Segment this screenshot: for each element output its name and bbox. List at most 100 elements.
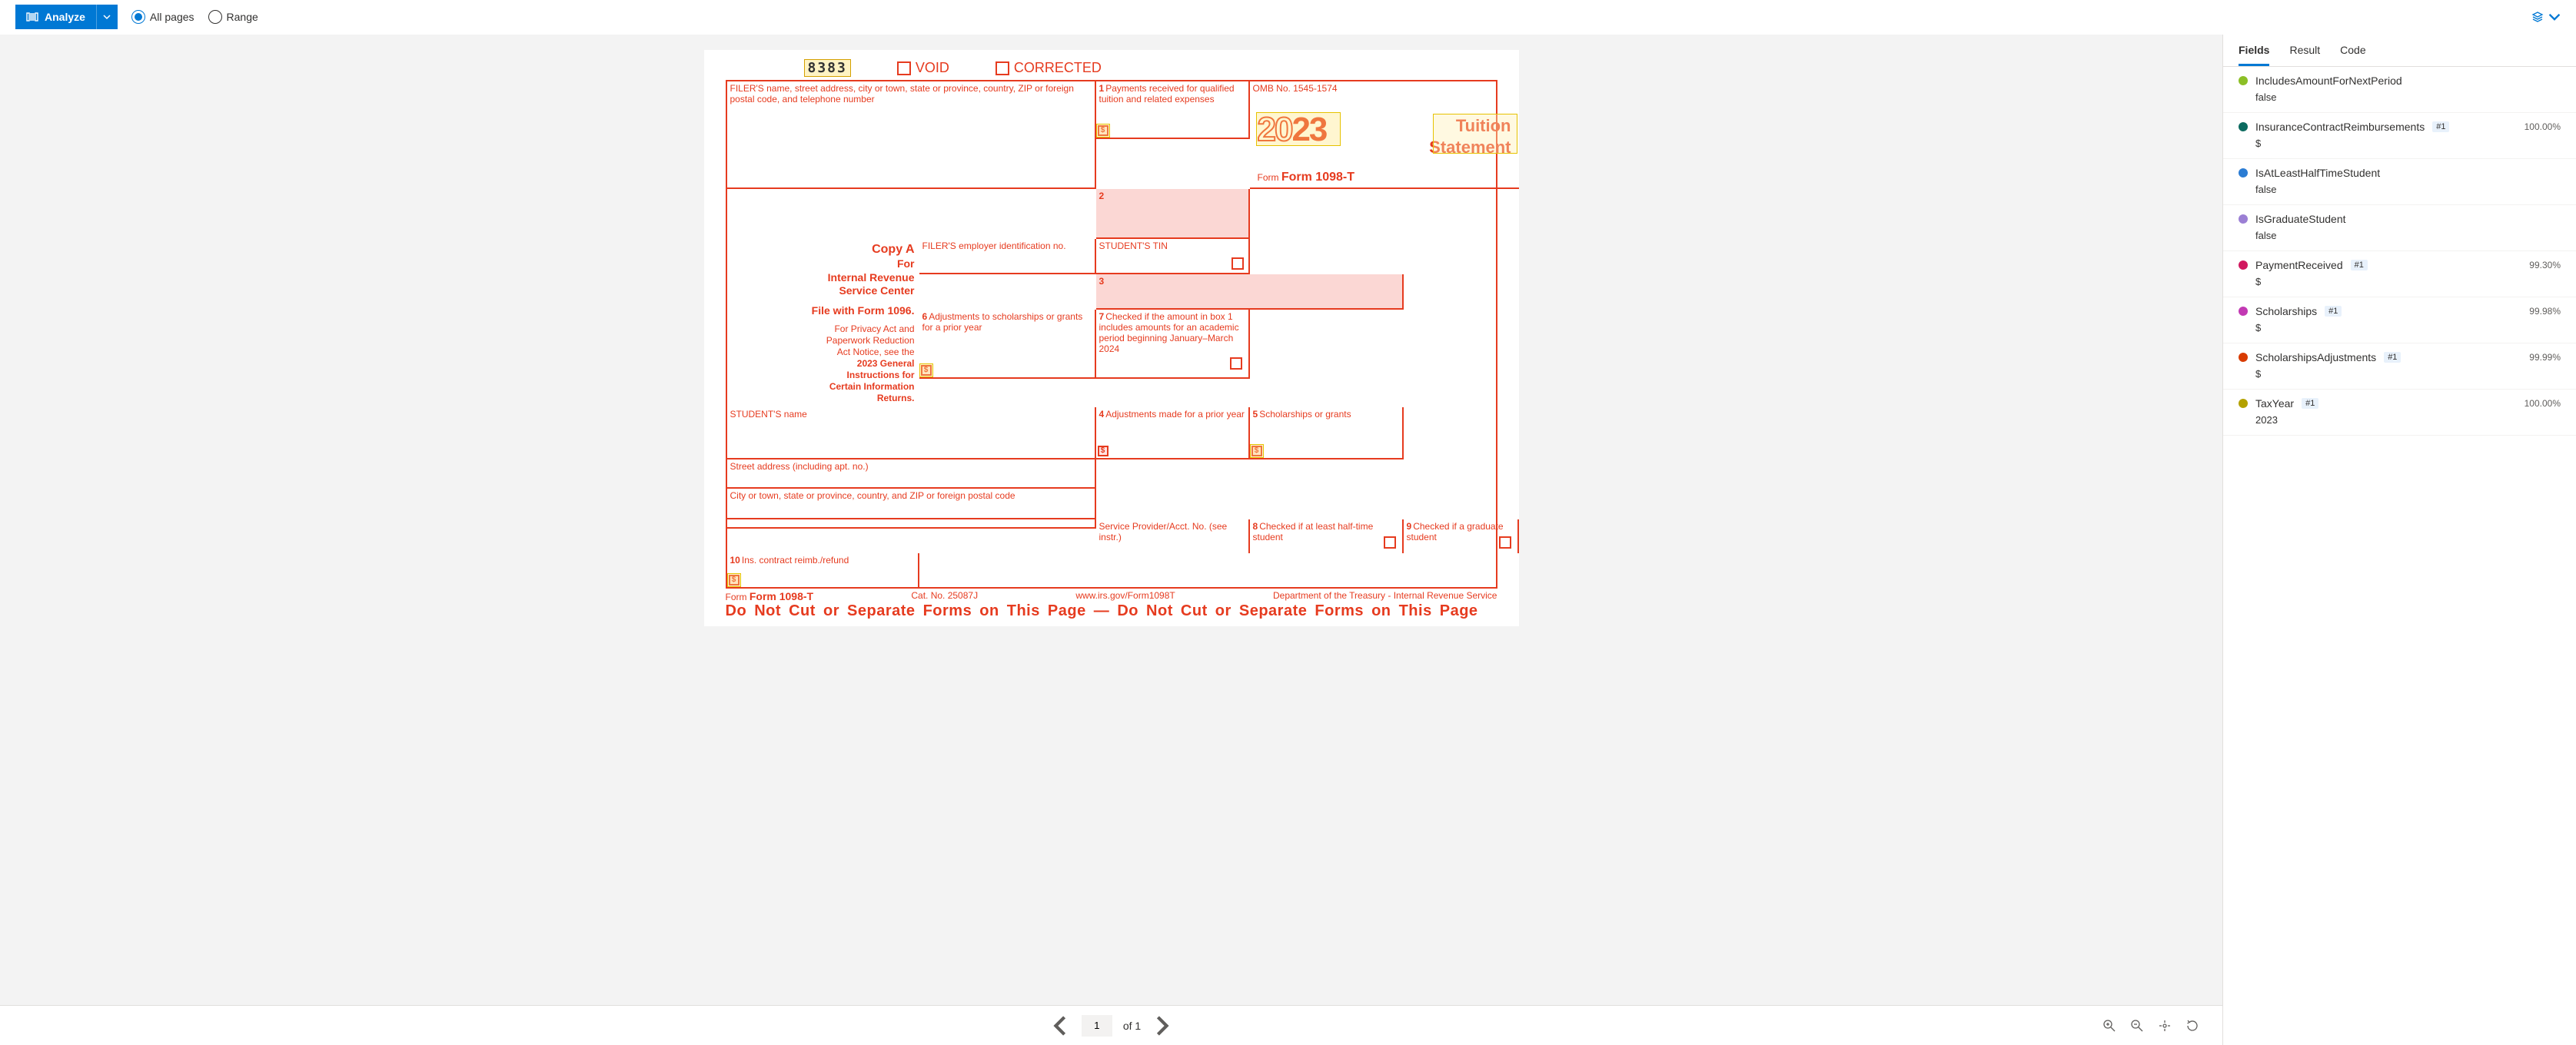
page-of-label: of 1: [1123, 1020, 1141, 1032]
copy-a-cell: Copy A For Internal Revenue Service Cent…: [727, 239, 919, 407]
field-row[interactable]: IncludesAmountForNextPeriod false: [2223, 67, 2576, 113]
tin-checkbox: [1231, 257, 1244, 270]
field-name: IsAtLeastHalfTimeStudent: [2255, 167, 2380, 179]
analyze-button[interactable]: Analyze: [15, 5, 118, 29]
box3-cell: 3: [1096, 274, 1404, 310]
field-name: IsGraduateStudent: [2255, 213, 2346, 225]
field-color-dot: [2239, 214, 2248, 224]
box7-cell: 7Checked if the amount in box 1 includes…: [1096, 310, 1250, 379]
fields-list[interactable]: IncludesAmountForNextPeriodfalseInsuranc…: [2223, 67, 2576, 1045]
field-color-dot: [2239, 122, 2248, 131]
field-row[interactable]: IsGraduateStudent false: [2223, 205, 2576, 251]
field-value: $: [2255, 322, 2561, 333]
document-footer: of 1: [0, 1005, 2222, 1045]
form-warning: Do Not Cut or Separate Forms on This Pag…: [726, 602, 1497, 620]
field-value: $: [2255, 276, 2561, 287]
student-tin-cell: STUDENT'S TIN: [1096, 239, 1250, 274]
field-name: TaxYear: [2255, 397, 2294, 410]
street-cell: Street address (including apt. no.): [727, 459, 1096, 489]
range-label: Range: [227, 11, 258, 23]
field-badge: #1: [2302, 398, 2318, 409]
box8-cell: 8Checked if at least half-time student: [1250, 519, 1404, 553]
box7-checkbox: [1230, 357, 1242, 370]
analyze-icon: [26, 11, 38, 23]
field-value: false: [2255, 184, 2561, 195]
field-row[interactable]: PaymentReceived #1 99.30% $: [2223, 251, 2576, 297]
box4-cell: 4Adjustments made for a prior year $: [1096, 407, 1250, 459]
document-scroll[interactable]: 8383 VOID CORRECTED FILER'S name, street…: [0, 35, 2222, 1005]
analyze-label: Analyze: [45, 11, 85, 23]
form-code: 8383: [804, 59, 851, 77]
box9-cell: 9Checked if a graduate student: [1404, 519, 1519, 553]
highlight-title: [1433, 114, 1517, 154]
zoom-in-icon[interactable]: [2102, 1019, 2116, 1033]
filer-ein-cell: FILER'S employer identification no.: [919, 239, 1096, 274]
field-name: IncludesAmountForNextPeriod: [2255, 75, 2402, 87]
box5-cell: 5Scholarships or grants $: [1250, 407, 1404, 459]
tab-result[interactable]: Result: [2289, 35, 2320, 66]
page-scope-radio-group: All pages Range: [131, 10, 258, 24]
highlight-ins: [727, 573, 741, 587]
filer-info-cell: FILER'S name, street address, city or to…: [727, 81, 1096, 189]
student-name-cell: STUDENT'S name: [727, 407, 1096, 459]
fit-icon[interactable]: [2158, 1019, 2172, 1033]
tab-code[interactable]: Code: [2340, 35, 2365, 66]
field-row[interactable]: IsAtLeastHalfTimeStudent false: [2223, 159, 2576, 205]
box6-cell: 6Adjustments to scholarships or grants f…: [919, 310, 1096, 379]
highlight-taxyear: [1256, 112, 1341, 146]
prev-page-button[interactable]: [1049, 1015, 1071, 1037]
provider-cell: Service Provider/Acct. No. (see instr.): [1096, 519, 1250, 553]
field-row[interactable]: TaxYear #1 100.00% 2023: [2223, 390, 2576, 436]
field-badge: #1: [2384, 352, 2401, 363]
field-confidence: 99.30%: [2529, 260, 2561, 270]
box9-checkbox: [1499, 536, 1511, 549]
document-pane: 8383 VOID CORRECTED FILER'S name, street…: [0, 35, 2222, 1045]
document-page: 8383 VOID CORRECTED FILER'S name, street…: [704, 50, 1519, 626]
field-badge: #1: [2432, 121, 2449, 132]
box8-checkbox: [1384, 536, 1396, 549]
chevron-down-icon: [103, 13, 111, 21]
zoom-out-icon[interactable]: [2130, 1019, 2144, 1033]
field-row[interactable]: ScholarshipsAdjustments #1 99.99% $: [2223, 343, 2576, 390]
field-value: false: [2255, 230, 2561, 241]
field-color-dot: [2239, 353, 2248, 362]
field-value: 2023: [2255, 414, 2561, 426]
all-pages-label: All pages: [150, 11, 194, 23]
box10-cell: 10Ins. contract reimb./refund $: [727, 553, 919, 587]
field-confidence: 99.99%: [2529, 352, 2561, 363]
toolbar-right: [2531, 11, 2561, 23]
field-confidence: 100.00%: [2524, 398, 2561, 409]
chevron-down-icon[interactable]: [2548, 11, 2561, 23]
tab-fields[interactable]: Fields: [2239, 35, 2269, 66]
field-color-dot: [2239, 168, 2248, 177]
next-page-button[interactable]: [1152, 1015, 1173, 1037]
field-name: PaymentReceived: [2255, 259, 2343, 271]
field-confidence: 100.00%: [2524, 121, 2561, 132]
field-color-dot: [2239, 260, 2248, 270]
range-radio[interactable]: Range: [208, 10, 258, 24]
field-value: false: [2255, 91, 2561, 103]
field-name: Scholarships: [2255, 305, 2317, 317]
layers-icon[interactable]: [2531, 11, 2544, 23]
box1-cell: 1Payments received for qualified tuition…: [1096, 81, 1250, 139]
toolbar: Analyze All pages Range: [0, 0, 2576, 35]
box2-cell: 2: [1096, 189, 1250, 239]
void-checkbox: VOID: [897, 60, 949, 76]
analyze-dropdown[interactable]: [96, 5, 118, 29]
field-confidence: 99.98%: [2529, 306, 2561, 317]
city-cell: City or town, state or province, country…: [727, 489, 1096, 519]
field-value: $: [2255, 368, 2561, 380]
field-row[interactable]: InsuranceContractReimbursements#1100.00%…: [2223, 113, 2576, 159]
all-pages-radio[interactable]: All pages: [131, 10, 194, 24]
title-cell: OMB No. 1545-1574 2023 Form Form 1098-T …: [1250, 81, 1519, 189]
highlight-schol-adj: [919, 363, 933, 377]
field-color-dot: [2239, 399, 2248, 408]
field-color-dot: [2239, 76, 2248, 85]
field-row[interactable]: Scholarships#199.98%$: [2223, 297, 2576, 343]
rotate-icon[interactable]: [2185, 1019, 2199, 1033]
field-name: ScholarshipsAdjustments: [2255, 351, 2376, 363]
page-input[interactable]: [1082, 1015, 1112, 1037]
field-badge: #1: [2351, 260, 2368, 270]
spacer: [727, 519, 1096, 529]
dollar-icon: $: [1098, 446, 1109, 456]
